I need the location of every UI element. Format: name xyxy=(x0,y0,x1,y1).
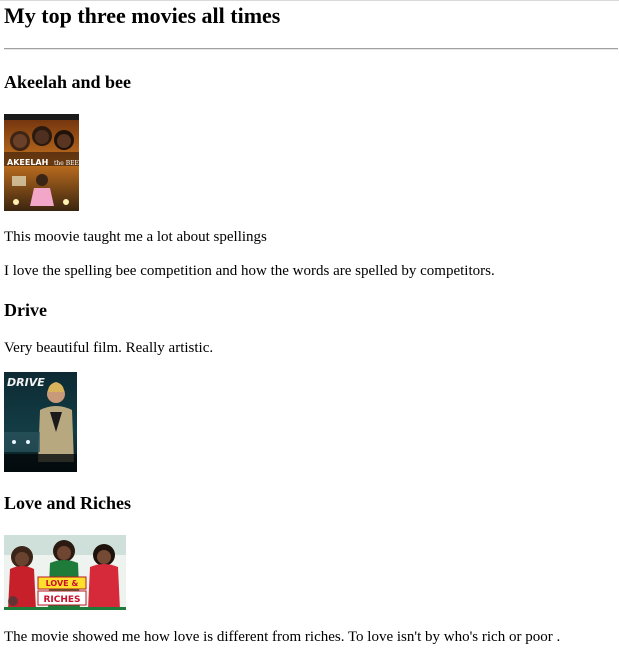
svg-text:the BEE: the BEE xyxy=(54,160,79,167)
page-top-border xyxy=(0,0,619,1)
movie-akeelah-paragraph-2: I love the spelling bee competition and … xyxy=(4,263,495,279)
svg-text:RICHES: RICHES xyxy=(43,595,80,605)
page-title: My top three movies all times xyxy=(4,3,281,28)
horizontal-rule xyxy=(4,48,618,50)
movie-akeelah-paragraph-1: This moovie taught me a lot about spelli… xyxy=(4,229,267,245)
poster-drive-image: DRIVE xyxy=(4,372,77,472)
svg-text:DRIVE: DRIVE xyxy=(7,376,45,389)
movie-title-akeelah: Akeelah and bee xyxy=(4,72,132,92)
movie-title-love-and-riches: Love and Riches xyxy=(4,493,132,513)
poster-love-and-riches-image: LOVE & RICHES xyxy=(4,535,126,610)
svg-text:LOVE &: LOVE & xyxy=(46,579,79,588)
movie-drive-paragraph-1: Very beautiful film. Really artistic. xyxy=(4,340,214,356)
poster-akeelah-image: AKEELAH the BEE xyxy=(4,114,79,211)
movie-love-and-riches-paragraph-1: The movie showed me how love is differen… xyxy=(4,629,561,645)
svg-text:AKEELAH: AKEELAH xyxy=(7,158,48,167)
movie-title-drive: Drive xyxy=(4,300,47,320)
